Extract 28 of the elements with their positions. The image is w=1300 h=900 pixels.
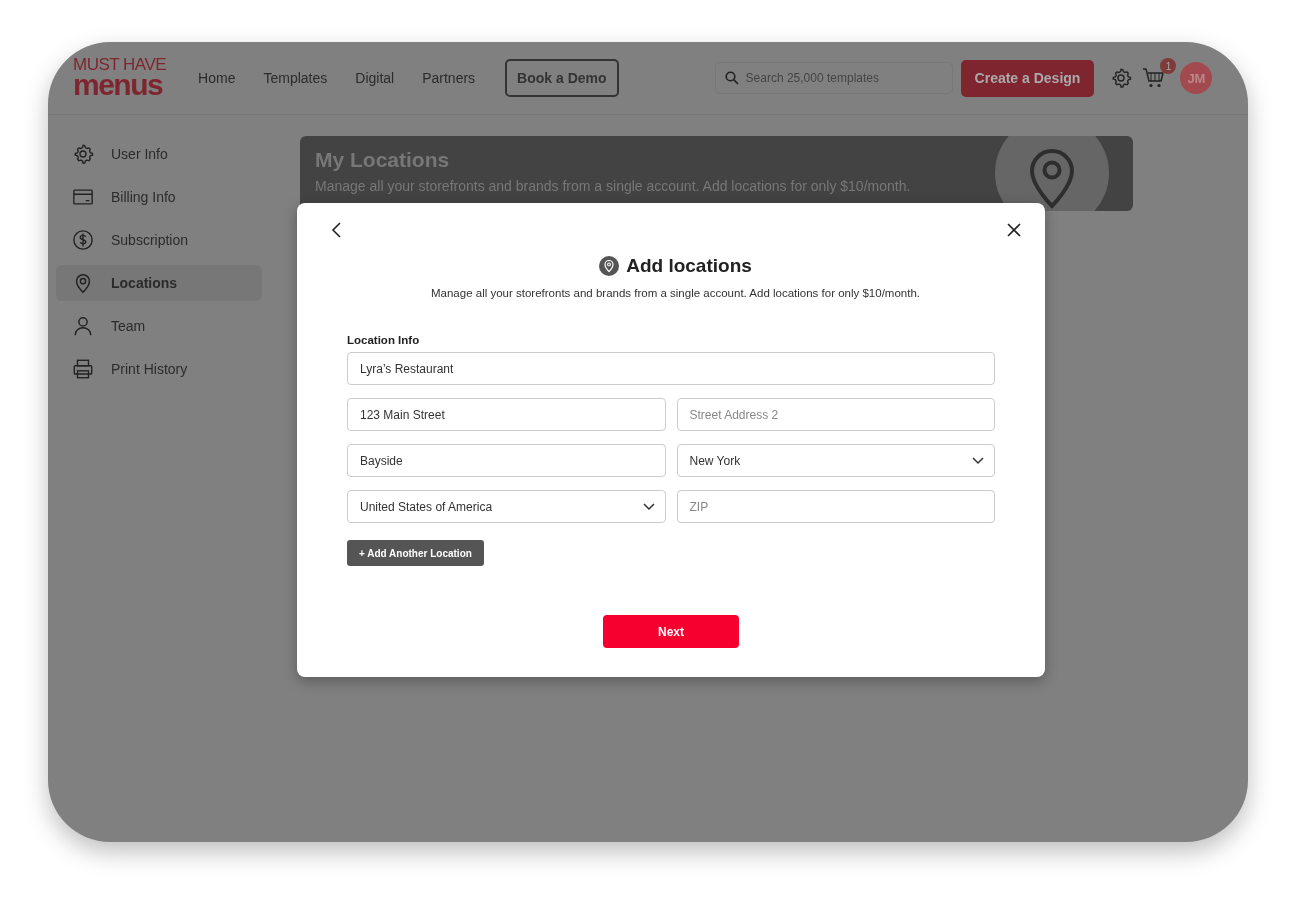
book-demo-button[interactable]: Book a Demo — [505, 59, 619, 97]
section-label: Location Info — [347, 334, 421, 346]
sidebar-item[interactable]: Locations — [56, 265, 262, 301]
avatar[interactable]: JM — [1180, 62, 1213, 94]
input-field[interactable]: ZIP — [676, 490, 995, 523]
input-field[interactable]: 123 Main Street — [347, 398, 666, 431]
dialog-title: Add locations — [626, 255, 752, 277]
cart-count-badge: 1 — [1160, 58, 1177, 74]
input-field[interactable]: Street Address 2 — [676, 398, 995, 431]
sidebar-item[interactable]: Print History — [56, 351, 262, 387]
create-design-button[interactable]: Create a Design — [960, 59, 1095, 97]
dialog-subtitle: Manage all your storefronts and brands from a single account. Add locations for only $10/month. — [430, 287, 921, 299]
nav-link[interactable]: Home — [198, 70, 236, 86]
sidebar-item[interactable]: Subscription — [56, 222, 262, 258]
add-location-button[interactable]: + Add Another Location — [347, 540, 484, 566]
nav-link[interactable]: Partners — [422, 70, 476, 86]
sidebar-item[interactable]: Team — [56, 308, 262, 344]
logo[interactable]: MUST HAVE menus — [73, 58, 167, 98]
next-button[interactable]: Next — [603, 615, 739, 648]
sidebar-item[interactable]: Billing Info — [56, 179, 262, 215]
input-field[interactable]: Lyra’s Restaurant — [347, 352, 995, 385]
nav-link[interactable]: Digital — [355, 70, 395, 86]
nav-link[interactable]: Templates — [263, 70, 328, 86]
sidebar-item[interactable]: User Info — [56, 136, 262, 172]
dropdown[interactable]: New York — [676, 444, 995, 477]
search-field[interactable]: Search 25,000 templates — [714, 62, 953, 94]
dropdown[interactable]: United States of America — [347, 490, 666, 523]
input-field[interactable]: Bayside — [347, 444, 666, 477]
